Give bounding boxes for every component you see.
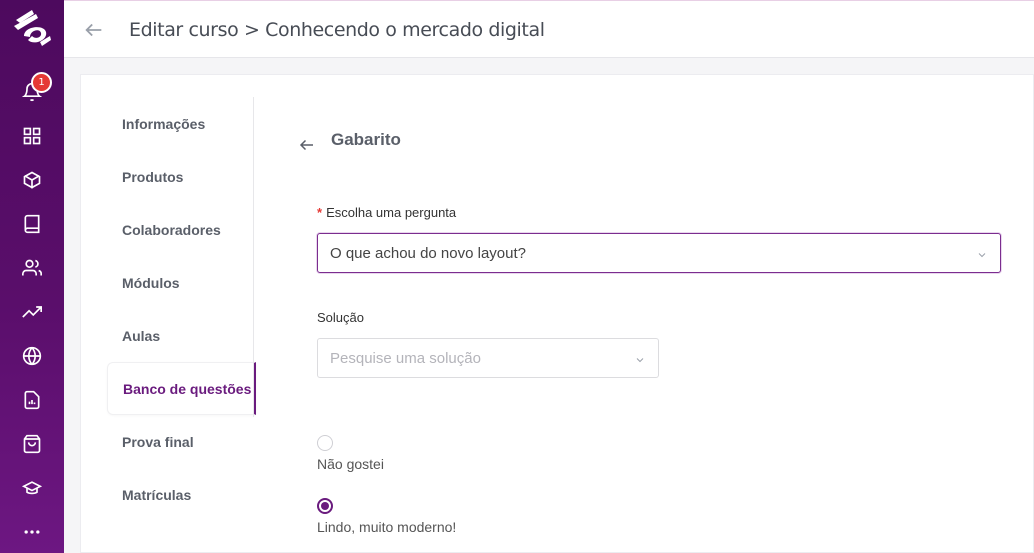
globe-icon[interactable] [20, 344, 44, 368]
menu-item-banco-de-questoes[interactable]: Banco de questões [107, 362, 256, 415]
menu-item-informacoes[interactable]: Informações [107, 97, 254, 150]
menu-divider [253, 97, 254, 417]
question-select-value: O que achou do novo layout? [330, 244, 526, 262]
radio-button[interactable] [317, 435, 333, 451]
book-icon[interactable] [20, 212, 44, 236]
trending-icon[interactable] [20, 300, 44, 324]
radio-button-checked[interactable] [317, 498, 333, 514]
main-card: Informações Produtos Colaboradores Módul… [80, 74, 1034, 553]
shopping-bag-icon[interactable] [20, 432, 44, 456]
grid-icon[interactable] [20, 124, 44, 148]
option-label: Não gostei [317, 456, 384, 472]
radio-dot [321, 502, 329, 510]
brand-logo[interactable] [10, 6, 54, 50]
menu-item-produtos[interactable]: Produtos [107, 150, 254, 203]
users-icon[interactable] [20, 256, 44, 280]
option-label: Lindo, muito moderno! [317, 519, 457, 535]
box-icon[interactable] [20, 168, 44, 192]
question-label-text: Escolha uma pergunta [326, 205, 457, 220]
more-icon[interactable] [20, 520, 44, 544]
graduation-cap-icon[interactable] [20, 476, 44, 500]
option-lindo-muito-moderno: Lindo, muito moderno! [317, 498, 456, 535]
back-arrow-icon[interactable] [83, 19, 105, 46]
question-select[interactable]: O que achou do novo layout? [317, 233, 1001, 273]
chevron-down-icon [634, 353, 646, 370]
solution-label: Solução [317, 310, 364, 325]
menu-item-prova-final[interactable]: Prova final [107, 415, 254, 468]
menu-item-matriculas[interactable]: Matrículas [107, 468, 254, 521]
question-label: * Escolha uma pergunta [317, 205, 456, 220]
top-bar: Editar curso > Conhecendo o mercado digi… [64, 0, 1034, 58]
solution-search-select[interactable]: Pesquise uma solução [317, 338, 659, 378]
menu-item-aulas[interactable]: Aulas [107, 309, 254, 362]
menu-item-modulos[interactable]: Módulos [107, 256, 254, 309]
report-icon[interactable] [20, 388, 44, 412]
required-mark: * [317, 205, 323, 220]
section-back-arrow-icon[interactable] [298, 136, 316, 159]
menu-item-colaboradores[interactable]: Colaboradores [107, 203, 254, 256]
section-title: Gabarito [331, 130, 401, 149]
solution-placeholder: Pesquise uma solução [330, 349, 481, 367]
course-side-menu: Informações Produtos Colaboradores Módul… [107, 97, 256, 521]
option-nao-gostei: Não gostei [317, 435, 384, 472]
app-rail: 1 [0, 0, 64, 553]
chevron-down-icon [976, 248, 988, 265]
notification-badge: 1 [31, 72, 52, 93]
page-title: Editar curso > Conhecendo o mercado digi… [129, 19, 545, 41]
